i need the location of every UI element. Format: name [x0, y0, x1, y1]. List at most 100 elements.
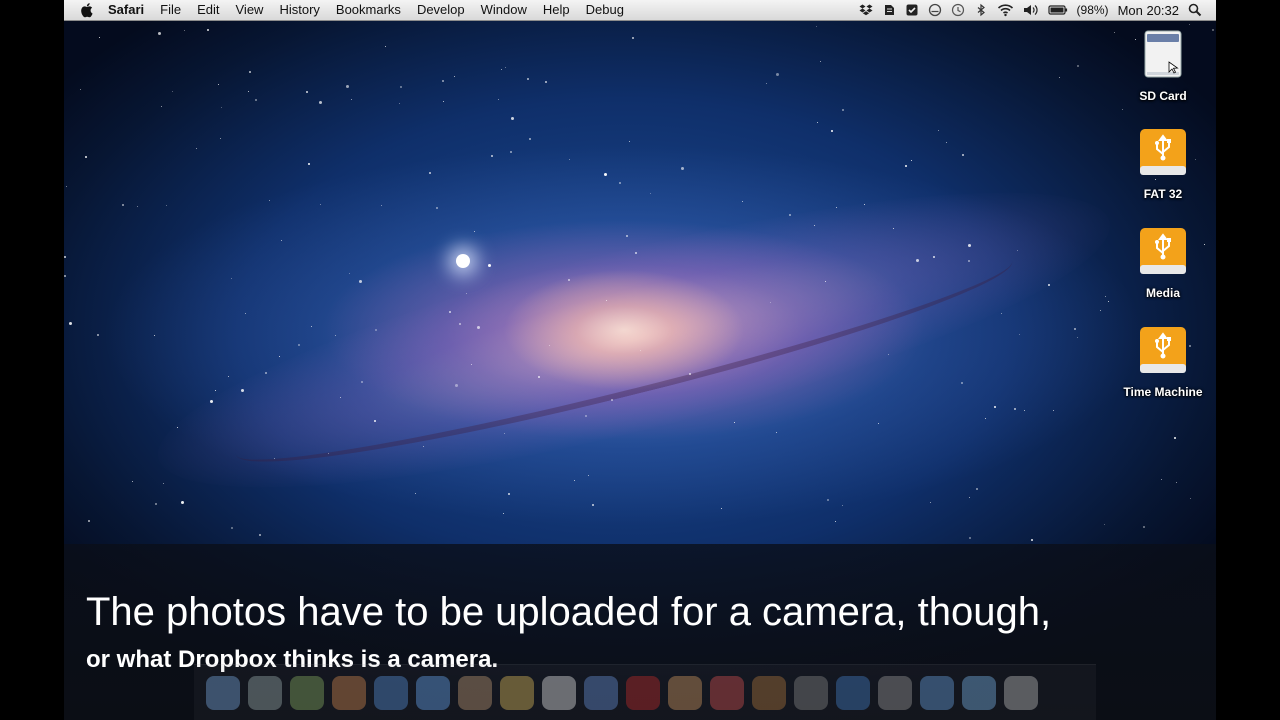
- notes-icon[interactable]: [500, 676, 534, 710]
- desktop-icon-fat32[interactable]: FAT 32: [1108, 126, 1216, 201]
- documents-folder-icon[interactable]: [962, 676, 996, 710]
- garageband-icon[interactable]: [752, 676, 786, 710]
- preferences-icon[interactable]: [878, 676, 912, 710]
- star: [592, 504, 594, 506]
- checkbox-icon[interactable]: [905, 3, 919, 17]
- star: [814, 225, 815, 226]
- menu-history[interactable]: History: [271, 0, 327, 20]
- star: [328, 453, 329, 454]
- star: [320, 204, 321, 205]
- star: [306, 91, 308, 93]
- star: [827, 499, 829, 501]
- star: [218, 84, 219, 85]
- star: [1105, 296, 1106, 297]
- bluetooth-icon[interactable]: [974, 3, 988, 17]
- star: [1001, 313, 1002, 314]
- star: [635, 252, 637, 254]
- utility-icon[interactable]: [794, 676, 828, 710]
- star: [588, 475, 589, 476]
- star: [933, 256, 935, 258]
- star: [166, 205, 167, 206]
- menu-view[interactable]: View: [228, 0, 272, 20]
- menu-help[interactable]: Help: [535, 0, 578, 20]
- star: [905, 165, 907, 167]
- mission-control-icon[interactable]: [290, 676, 324, 710]
- menu-clock[interactable]: Mon 20:32: [1118, 3, 1179, 18]
- menu-bookmarks[interactable]: Bookmarks: [328, 0, 409, 20]
- app-store-icon[interactable]: [416, 676, 450, 710]
- usb-drive-icon: [1140, 327, 1186, 373]
- star: [538, 376, 540, 378]
- photo-booth-icon[interactable]: [626, 676, 660, 710]
- star: [274, 458, 275, 459]
- star: [505, 67, 506, 68]
- itunes-icon[interactable]: [584, 676, 618, 710]
- star: [626, 235, 628, 237]
- iphoto-icon[interactable]: [668, 676, 702, 710]
- cloud-icon[interactable]: [928, 3, 942, 17]
- dropbox-icon[interactable]: [859, 3, 873, 17]
- mail-icon[interactable]: [332, 676, 366, 710]
- star: [568, 279, 570, 281]
- star: [529, 138, 531, 140]
- apple-menu-icon[interactable]: [80, 2, 94, 18]
- address-book-icon[interactable]: [458, 676, 492, 710]
- menu-develop[interactable]: Develop: [409, 0, 473, 20]
- desktop-icon-time-machine[interactable]: Time Machine: [1108, 324, 1216, 399]
- star: [1108, 301, 1109, 302]
- menu-app-name[interactable]: Safari: [100, 0, 152, 20]
- star: [172, 91, 173, 92]
- star: [864, 204, 865, 205]
- battery-icon[interactable]: [1047, 3, 1068, 17]
- star: [423, 446, 424, 447]
- star: [269, 200, 270, 201]
- time-machine-icon[interactable]: [951, 3, 965, 17]
- star: [279, 356, 280, 357]
- star: [629, 141, 630, 142]
- star: [606, 300, 607, 301]
- caption-line-1: The photos have to be uploaded for a cam…: [86, 590, 1052, 634]
- star: [442, 80, 444, 82]
- star: [154, 335, 155, 336]
- star: [374, 420, 376, 422]
- evernote-icon[interactable]: [882, 3, 896, 17]
- star: [1077, 337, 1078, 338]
- star: [459, 323, 461, 325]
- menu-edit[interactable]: Edit: [189, 0, 227, 20]
- star: [1143, 526, 1145, 528]
- star: [346, 85, 349, 88]
- star: [689, 373, 691, 375]
- star: [1104, 524, 1105, 525]
- star: [1161, 479, 1162, 480]
- wifi-icon[interactable]: [997, 3, 1014, 17]
- star: [228, 376, 229, 377]
- star: [938, 130, 939, 131]
- menu-debug[interactable]: Debug: [578, 0, 632, 20]
- sd-card-icon: [1144, 30, 1182, 78]
- preview-icon[interactable]: [710, 676, 744, 710]
- quicktime-icon[interactable]: [836, 676, 870, 710]
- launchpad-icon[interactable]: [248, 676, 282, 710]
- desktop-icon-sd-card[interactable]: SD Card: [1108, 28, 1216, 103]
- applications-folder-icon[interactable]: [920, 676, 954, 710]
- menu-window[interactable]: Window: [473, 0, 535, 20]
- star: [255, 99, 257, 101]
- star: [259, 534, 261, 536]
- desktop-icon-media[interactable]: Media: [1108, 225, 1216, 300]
- trash-icon[interactable]: [1004, 676, 1038, 710]
- finder-icon[interactable]: [206, 676, 240, 710]
- bright-star: [456, 254, 470, 268]
- star: [349, 273, 350, 274]
- menu-file[interactable]: File: [152, 0, 189, 20]
- safari-icon[interactable]: [374, 676, 408, 710]
- volume-icon[interactable]: [1023, 3, 1039, 17]
- star: [1059, 77, 1060, 78]
- usb-drive-icon: [1140, 228, 1186, 274]
- calendar-icon[interactable]: [542, 676, 576, 710]
- star: [415, 493, 416, 494]
- star: [319, 101, 322, 104]
- spotlight-icon[interactable]: [1188, 3, 1202, 17]
- star: [122, 204, 124, 206]
- star: [1074, 328, 1076, 330]
- star: [501, 69, 502, 70]
